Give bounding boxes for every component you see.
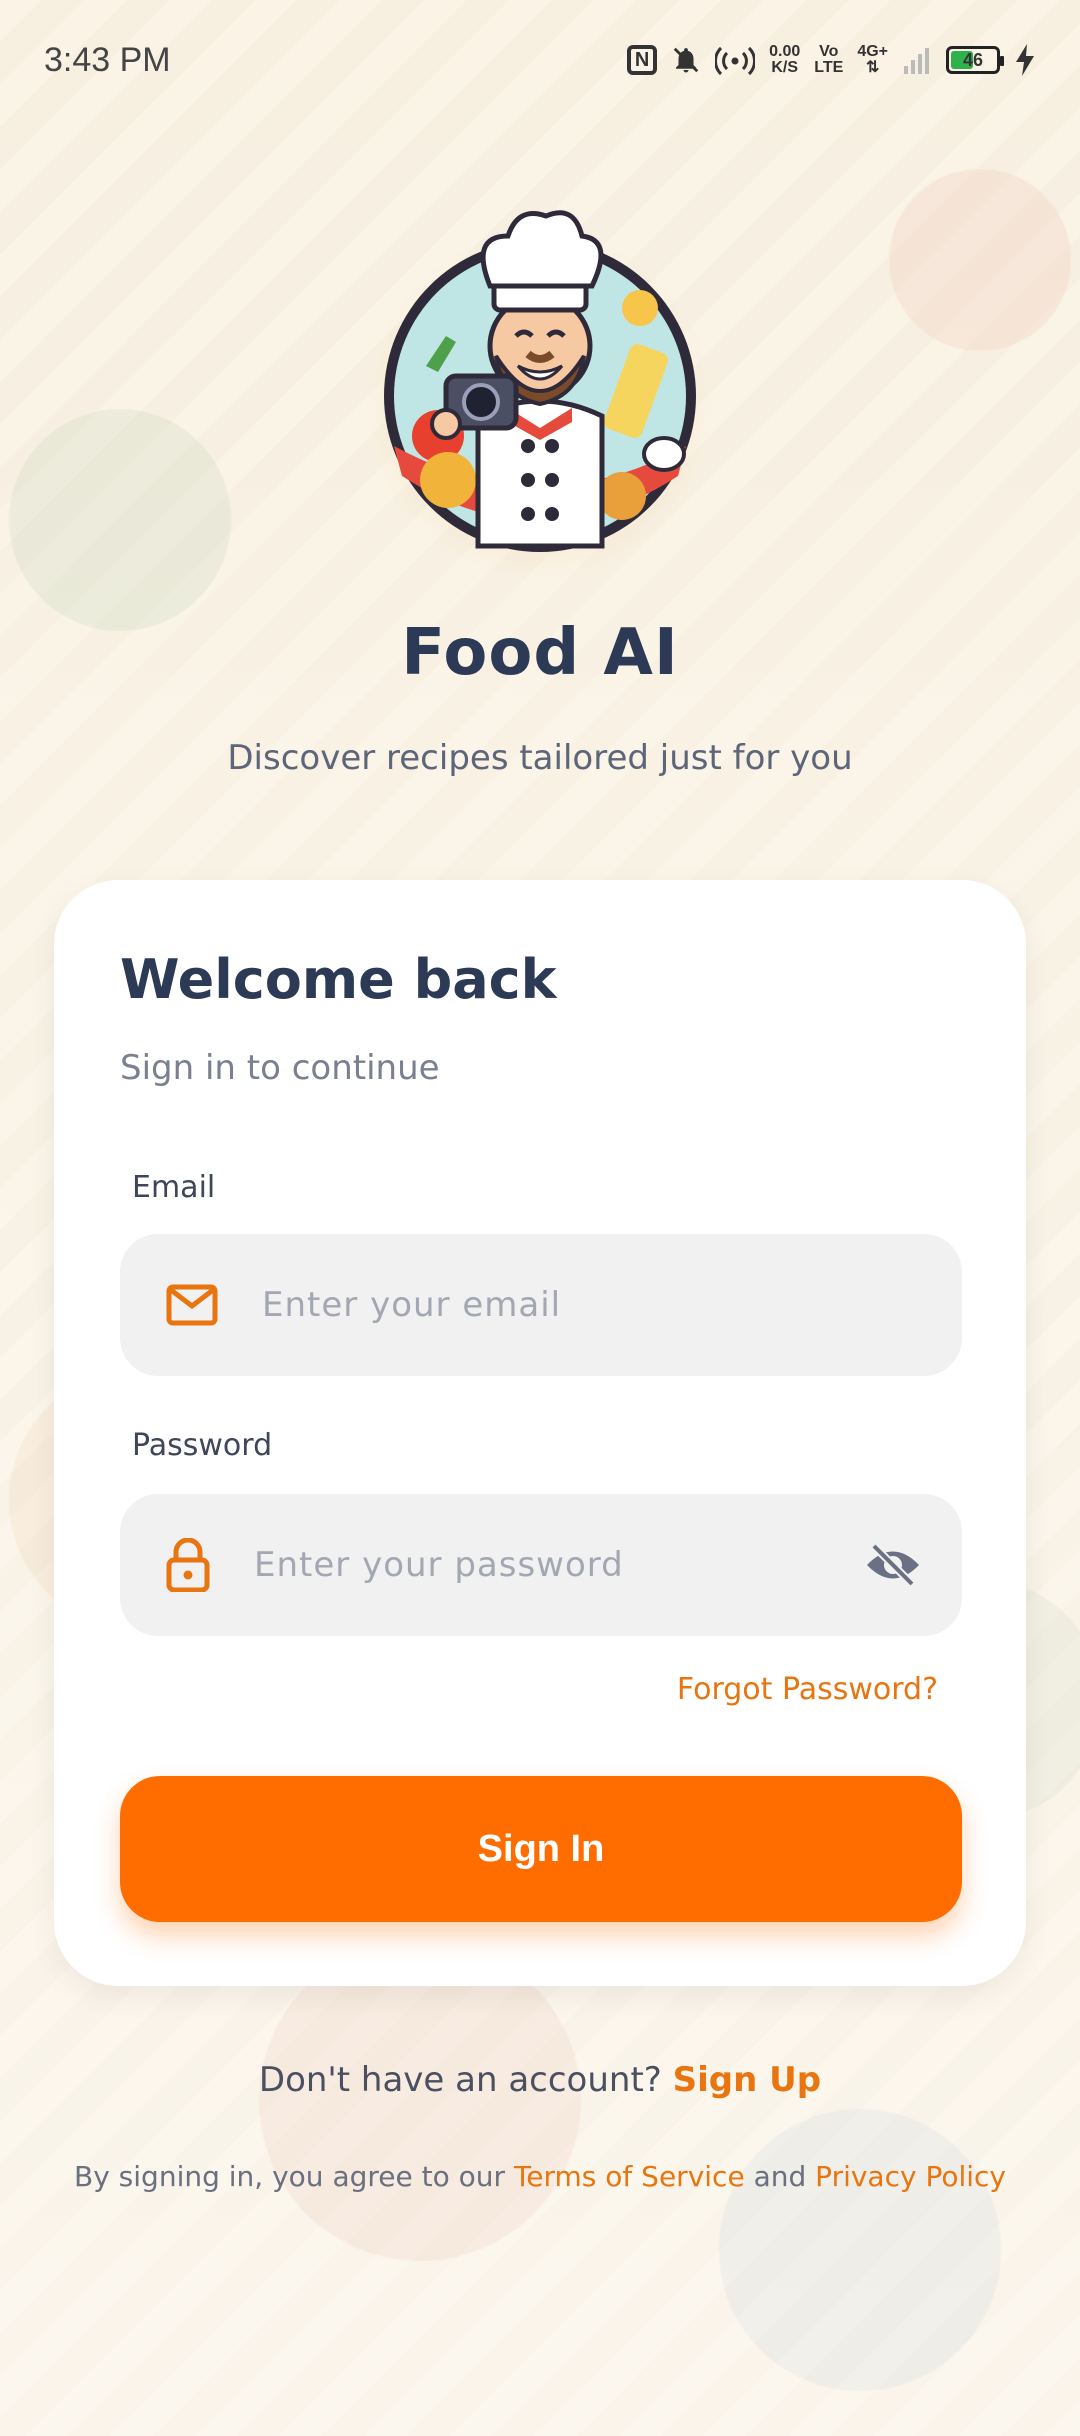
app-title: Food AI [401,616,679,690]
terms-prefix: By signing in, you agree to our [74,2160,506,2193]
app-logo [338,196,742,586]
terms-and: and [753,2160,807,2193]
password-label: Password [132,1428,273,1463]
eye-off-icon[interactable] [864,1542,922,1588]
forgot-password-link[interactable]: Forgot Password? [677,1672,938,1707]
terms-notice: By signing in, you agree to our Terms of… [0,2160,1080,2193]
signup-prompt: Don't have an account? Sign Up [0,2060,1080,2100]
lock-icon [166,1538,210,1592]
bell-muted-icon [673,47,699,73]
login-card: Welcome back Sign in to continue Email E… [54,880,1026,1986]
sign-in-button[interactable]: Sign In [120,1776,962,1922]
signal-icon [904,48,929,74]
nfc-icon: N [627,45,658,75]
email-placeholder: Enter your email [262,1285,562,1325]
battery-indicator: 46 [946,46,1004,74]
hotspot-icon [715,46,756,76]
network-speed: 0.00 K/S [769,43,801,76]
mail-icon [166,1284,218,1326]
chef-mascot-logo [384,210,696,552]
password-placeholder: Enter your password [254,1545,624,1585]
sign-up-link[interactable]: Sign Up [673,2060,821,2100]
no-account-text: Don't have an account? [258,2060,662,2100]
volte-indicator: Vo LTE [814,43,844,76]
status-icons: N 0.00 K/S Vo LTE 4G+ ⇅ 46 [627,44,1036,76]
terms-of-service-link[interactable]: Terms of Service [514,2160,745,2193]
status-time: 3:43 PM [44,40,171,79]
welcome-title: Welcome back [120,948,557,1011]
password-field[interactable]: Enter your password [120,1494,962,1636]
app-subtitle: Discover recipes tailored just for you [227,738,853,778]
network-type: 4G+ ⇅ [857,43,888,76]
email-label: Email [132,1170,216,1205]
charging-icon [1016,44,1034,76]
email-field[interactable]: Enter your email [120,1234,962,1376]
welcome-subtitle: Sign in to continue [120,1048,440,1088]
privacy-policy-link[interactable]: Privacy Policy [815,2160,1006,2193]
status-bar: 3:43 PM N 0.00 K/S Vo LTE 4G+ ⇅ 46 [0,0,1080,120]
